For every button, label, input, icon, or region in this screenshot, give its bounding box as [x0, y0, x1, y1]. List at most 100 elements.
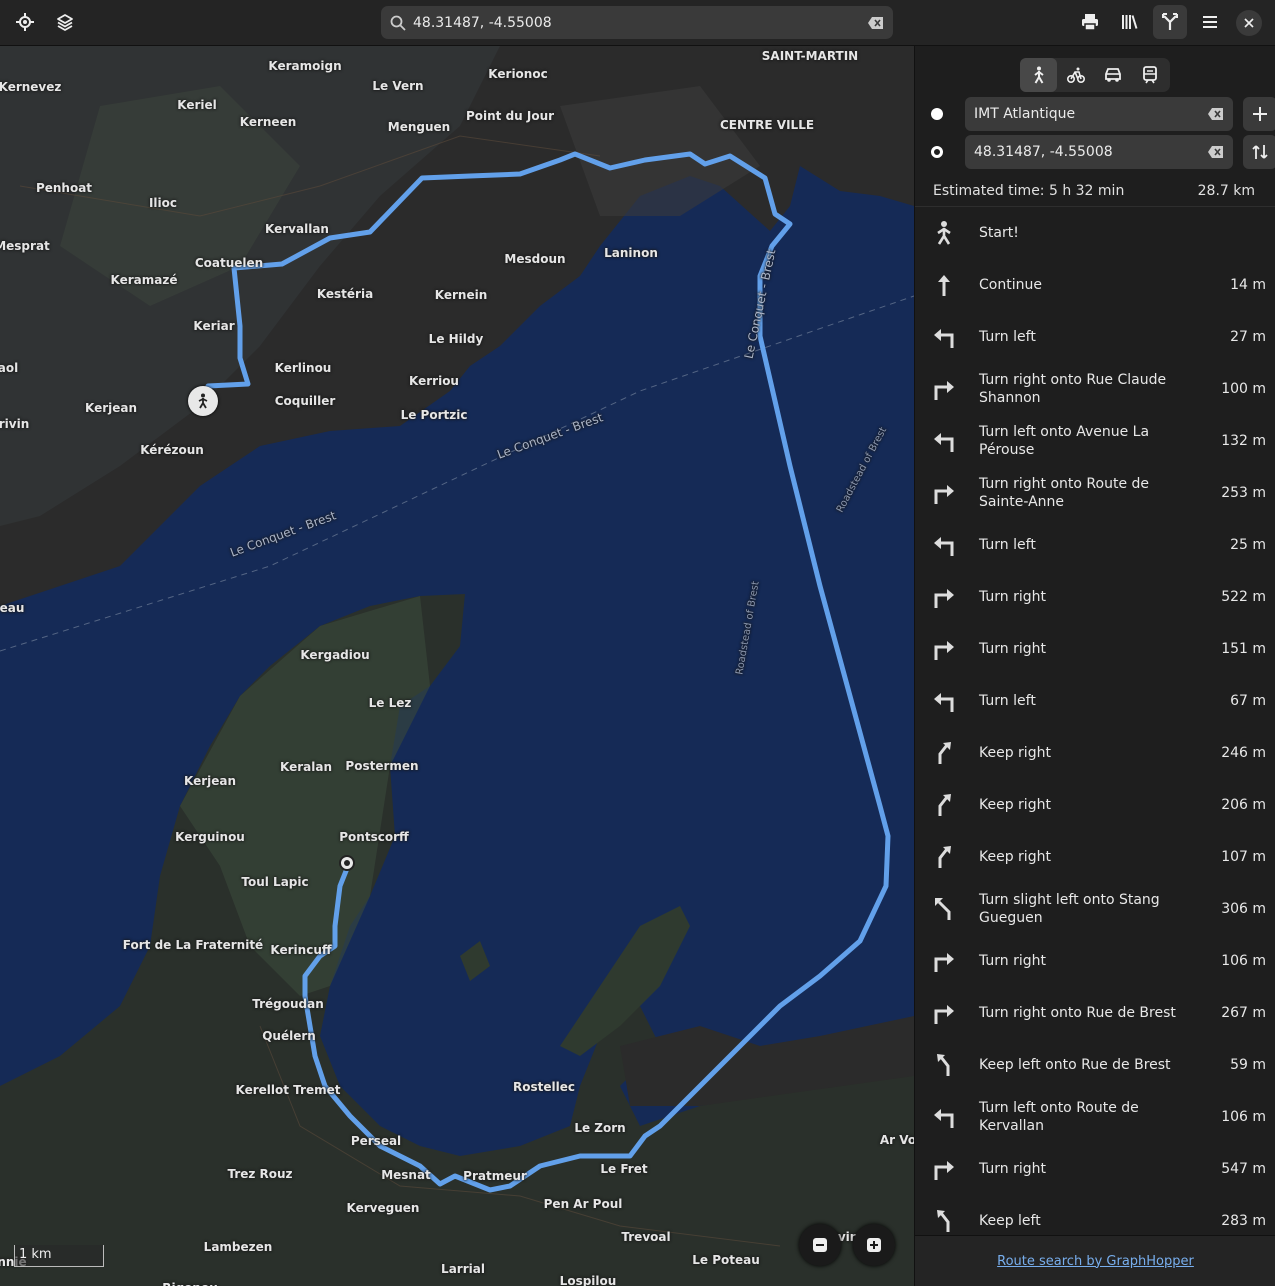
walk-icon — [198, 393, 208, 409]
instruction-item[interactable]: Continue 14 m — [915, 259, 1275, 311]
place-label: Postermen — [345, 759, 419, 773]
place-label: Point du Jour — [465, 109, 555, 123]
instruction-item[interactable]: Turn right onto Route de Sainte-Anne 253 … — [915, 467, 1275, 519]
car-icon — [1104, 68, 1121, 82]
swap-icon — [1252, 145, 1268, 159]
route-sidebar: Estimated time: 5 h 32 min 28.7 km Start… — [914, 46, 1275, 1286]
search-bar[interactable] — [381, 6, 893, 39]
place-label: Trez Rouz — [227, 1167, 293, 1181]
close-button[interactable] — [1236, 10, 1262, 36]
instruction-item[interactable]: Keep left 283 m — [915, 1195, 1275, 1235]
instruction-item[interactable]: Turn left onto Avenue La Pérouse 132 m — [915, 415, 1275, 467]
place-label: Kerguinou — [175, 830, 245, 844]
instruction-distance: 100 m — [1221, 381, 1266, 397]
keep-right-icon — [931, 792, 957, 818]
map-view[interactable]: Keramoign Le Vern Kerionoc SAINT-MARTIN Kern… — [0, 46, 914, 1286]
zoom-in-button[interactable] — [853, 1224, 895, 1266]
place-label: Mesdoun — [504, 252, 566, 266]
place-label: rivin — [0, 417, 30, 431]
instruction-item[interactable]: Turn right 106 m — [915, 935, 1275, 987]
route-summary: Estimated time: 5 h 32 min 28.7 km — [933, 183, 1255, 199]
origin-field[interactable] — [965, 97, 1233, 131]
menu-button[interactable] — [1193, 5, 1227, 39]
place-label: Trégoudan — [252, 997, 324, 1011]
layers-button[interactable] — [48, 5, 82, 39]
map-canvas — [0, 46, 914, 1286]
mode-transit-button[interactable] — [1131, 58, 1168, 92]
arrow-up-icon — [931, 272, 957, 298]
clear-icon[interactable] — [1207, 143, 1225, 161]
origin-input[interactable] — [974, 106, 1194, 122]
print-button[interactable] — [1073, 5, 1107, 39]
route-button[interactable] — [1153, 5, 1187, 39]
plus-icon — [867, 1238, 881, 1252]
mode-walk-button[interactable] — [1020, 58, 1057, 92]
keep-right-icon — [931, 844, 957, 870]
place-label: Quélern — [262, 1029, 316, 1043]
print-icon — [1082, 14, 1098, 31]
keep-left-icon — [931, 1052, 957, 1078]
instruction-distance: 106 m — [1221, 953, 1266, 969]
instruction-item[interactable]: Keep left onto Rue de Brest 59 m — [915, 1039, 1275, 1091]
place-label: Kernein — [434, 288, 488, 302]
route-icon — [1162, 13, 1178, 30]
search-input[interactable] — [413, 14, 853, 31]
place-label: Le Fret — [600, 1162, 648, 1176]
instruction-item[interactable]: Turn right onto Rue de Brest 267 m — [915, 987, 1275, 1039]
instruction-item[interactable]: Turn left 25 m — [915, 519, 1275, 571]
destination-marker[interactable] — [339, 855, 355, 871]
instruction-item[interactable]: Start! — [915, 207, 1275, 259]
origin-row — [929, 97, 1275, 131]
swap-button[interactable] — [1243, 135, 1275, 169]
instruction-item[interactable]: Turn right 151 m — [915, 623, 1275, 675]
place-label: Coatuelen — [194, 256, 264, 270]
clear-icon[interactable] — [867, 14, 885, 32]
mode-bike-button[interactable] — [1057, 58, 1094, 92]
place-label: Le Portzic — [400, 408, 468, 422]
header-bar — [0, 0, 1275, 46]
turn-right-icon — [931, 376, 957, 402]
instruction-item[interactable]: Turn right 547 m — [915, 1143, 1275, 1195]
locate-button[interactable] — [8, 5, 42, 39]
graphhopper-link[interactable]: Route search by GraphHopper — [997, 1254, 1194, 1269]
instruction-item[interactable]: Turn right onto Rue Claude Shannon 100 m — [915, 363, 1275, 415]
locate-icon — [16, 13, 34, 31]
place-label: Perseal — [350, 1134, 402, 1148]
instruction-distance: 283 m — [1221, 1213, 1266, 1229]
zoom-out-button[interactable] — [799, 1224, 841, 1266]
instruction-item[interactable]: Keep right 246 m — [915, 727, 1275, 779]
instruction-item[interactable]: Turn left 67 m — [915, 675, 1275, 727]
library-button[interactable] — [1113, 5, 1147, 39]
instruction-item[interactable]: Turn left 27 m — [915, 311, 1275, 363]
sidebar-footer: Route search by GraphHopper — [915, 1235, 1275, 1286]
clear-icon[interactable] — [1207, 105, 1225, 123]
instruction-text: Turn left — [979, 693, 1036, 709]
instruction-distance: 267 m — [1221, 1005, 1266, 1021]
instruction-item[interactable]: Turn left onto Route de Kervallan 106 m — [915, 1091, 1275, 1143]
instruction-item[interactable]: Keep right 206 m — [915, 779, 1275, 831]
place-label: Pontscorff — [339, 830, 409, 844]
place-label: Lambezen — [203, 1240, 273, 1254]
place-label: Fort de La Fraternité — [122, 938, 264, 952]
instruction-item[interactable]: Keep right 107 m — [915, 831, 1275, 883]
destination-field[interactable] — [965, 135, 1233, 169]
place-label: Kerellot Tremet — [235, 1083, 341, 1097]
place-label: Keramoign — [268, 59, 342, 73]
place-label: Kerionoc — [488, 67, 548, 81]
instruction-distance: 106 m — [1221, 1109, 1266, 1125]
place-label: Kérézoun — [140, 443, 204, 457]
instruction-item[interactable]: Turn right 522 m — [915, 571, 1275, 623]
place-label: Kestéria — [316, 287, 374, 301]
mode-car-button[interactable] — [1094, 58, 1131, 92]
destination-input[interactable] — [974, 144, 1194, 160]
turn-right-icon — [931, 948, 957, 974]
start-marker[interactable] — [188, 386, 218, 416]
turn-right-icon — [931, 480, 957, 506]
keep-left-icon — [931, 1208, 957, 1234]
turn-left-icon — [931, 1104, 957, 1130]
keep-right-icon — [931, 740, 957, 766]
instruction-item[interactable]: Turn slight left onto Stang Gueguen 306 m — [915, 883, 1275, 935]
add-waypoint-button[interactable] — [1243, 97, 1275, 131]
place-label: SAINT-MARTIN — [761, 49, 859, 63]
destination-dot — [344, 860, 350, 866]
